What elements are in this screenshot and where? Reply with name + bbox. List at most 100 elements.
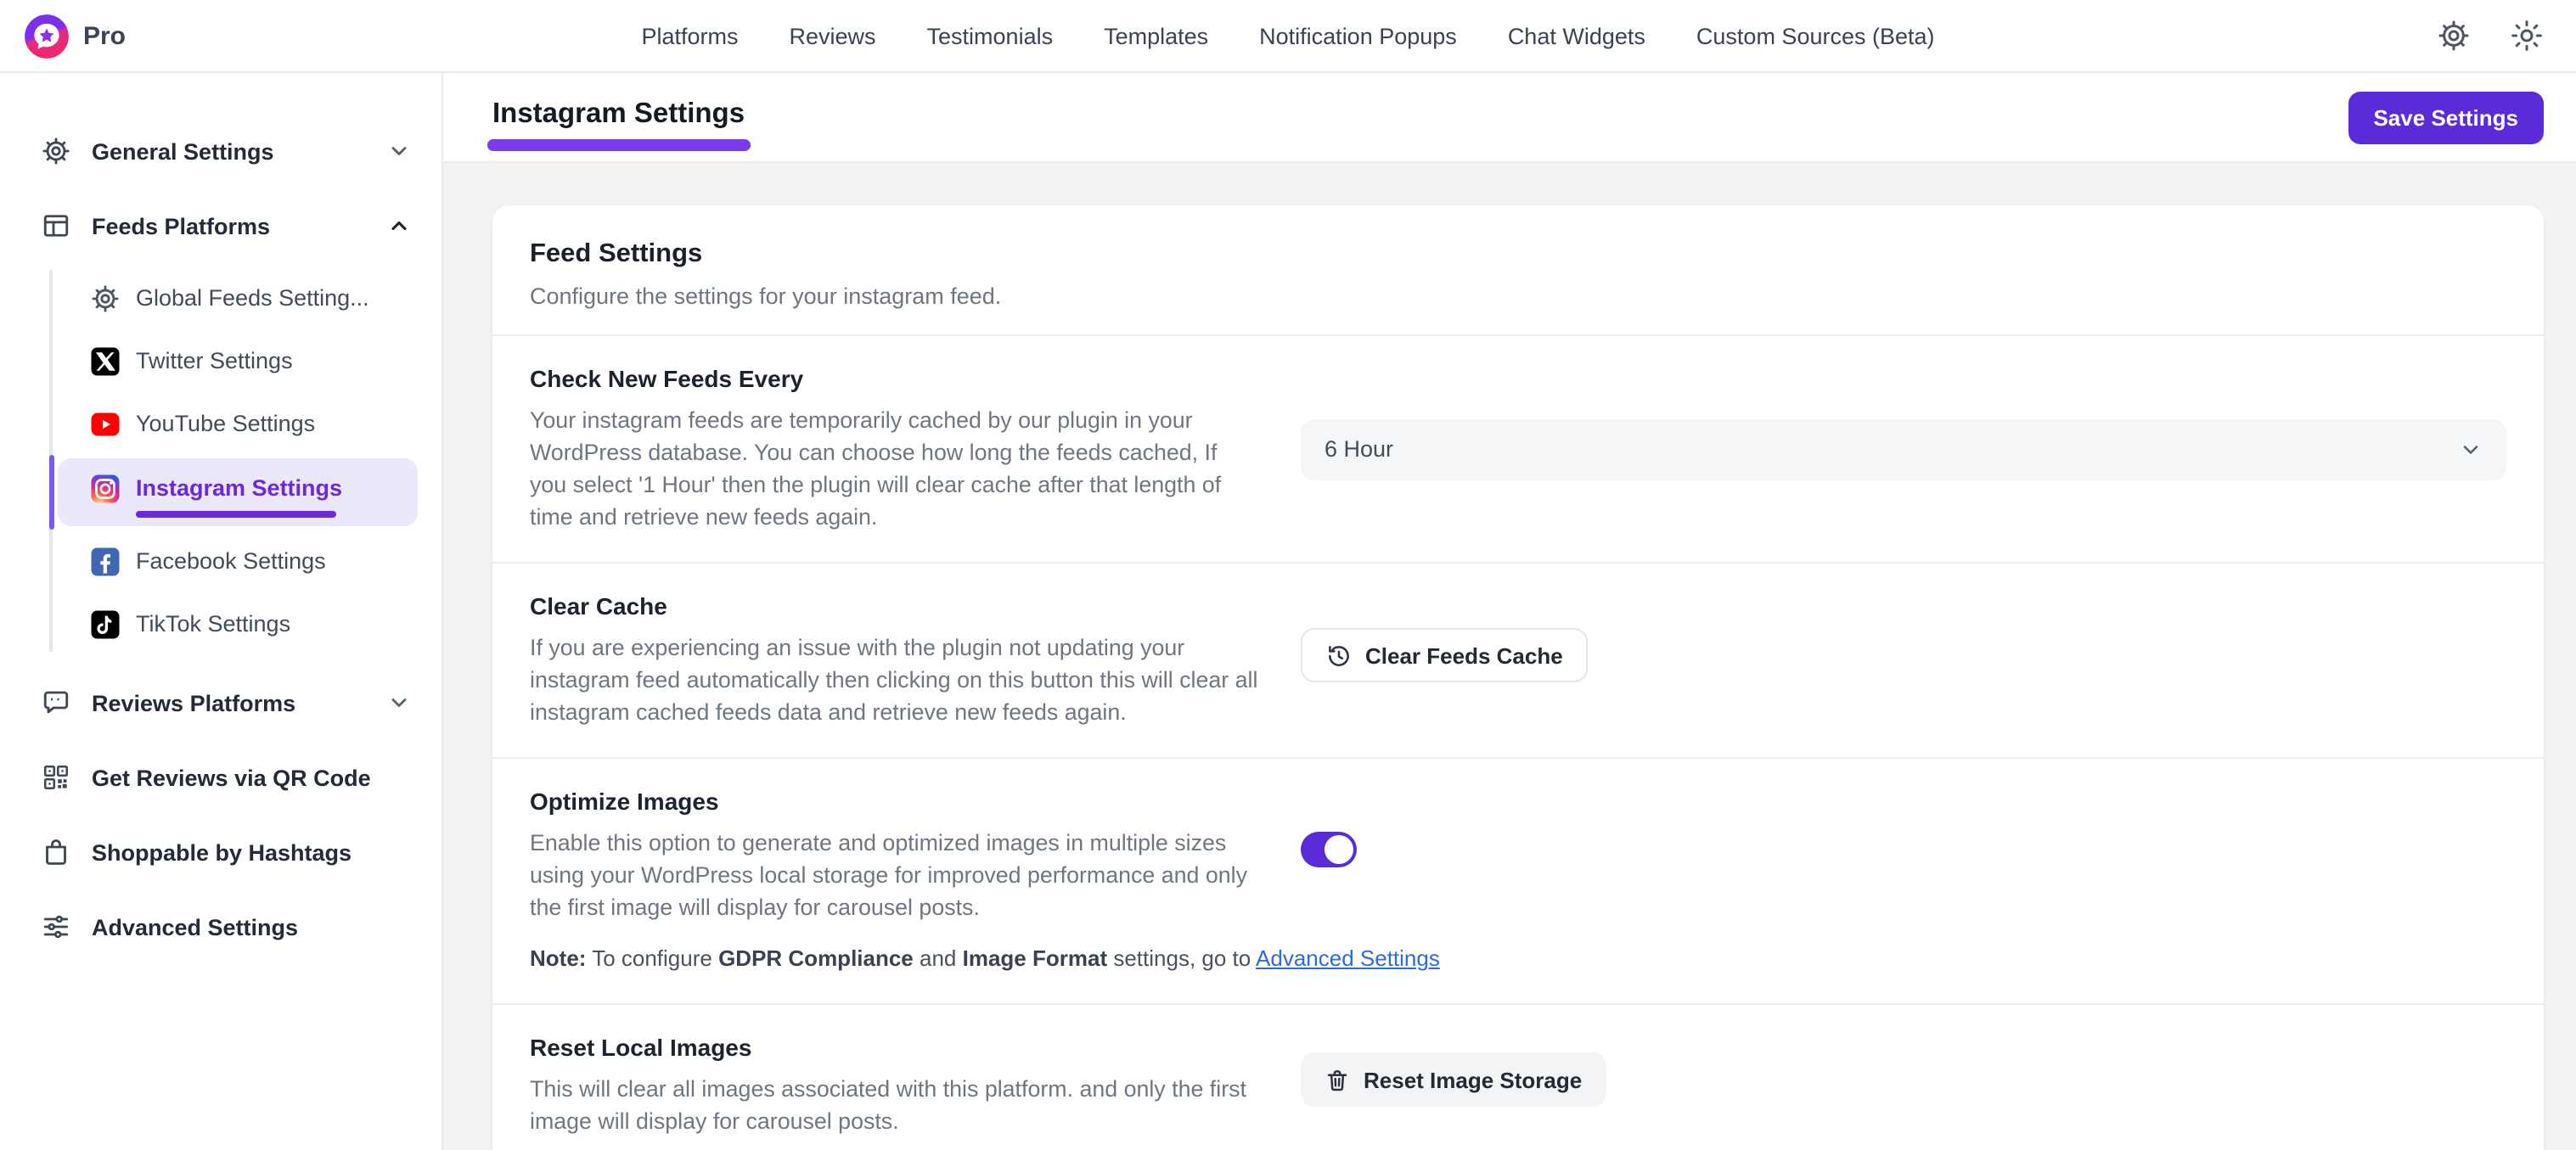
setting-control-block: Clear Feeds Cache bbox=[1301, 592, 2506, 682]
setting-row-flex: Optimize Images Enable this option to ge… bbox=[530, 788, 2506, 923]
active-item-underline bbox=[136, 510, 336, 518]
sliders-icon bbox=[41, 912, 71, 942]
note-text: settings, go to bbox=[1107, 946, 1256, 972]
twitter-x-icon bbox=[90, 345, 121, 376]
setting-control-block bbox=[1301, 788, 2506, 867]
reset-image-storage-button[interactable]: Reset Image Storage bbox=[1301, 1053, 1606, 1108]
sidebar-item-label: Global Feeds Setting... bbox=[136, 285, 369, 311]
card-header: Feed Settings Configure the settings for… bbox=[492, 205, 2544, 334]
app-shell: General Settings Feeds Platforms bbox=[0, 73, 2576, 1150]
main-content: Instagram Settings Save Settings Feed Se… bbox=[443, 73, 2576, 1150]
sidebar-item-tiktok-settings[interactable]: TikTok Settings bbox=[0, 592, 442, 655]
card-subtitle: Configure the settings for your instagra… bbox=[530, 283, 2506, 309]
nav-chat-widgets[interactable]: Chat Widgets bbox=[1508, 23, 1645, 48]
setting-title: Check New Feeds Every bbox=[530, 365, 1260, 392]
note-text: and bbox=[914, 946, 963, 972]
note-bold-gdpr: GDPR Compliance bbox=[718, 946, 914, 972]
sidebar-item-reviews-platforms[interactable]: Reviews Platforms bbox=[0, 665, 442, 740]
tiktok-icon bbox=[90, 609, 121, 639]
sidebar-item-label: Reviews Platforms bbox=[92, 690, 295, 715]
note-bold-image-format: Image Format bbox=[963, 946, 1108, 972]
sidebar-item-label: TikTok Settings bbox=[136, 611, 290, 637]
layout-columns-icon bbox=[41, 210, 71, 241]
reset-image-storage-label: Reset Image Storage bbox=[1364, 1068, 1582, 1093]
page-body: Feed Settings Configure the settings for… bbox=[443, 163, 2576, 1150]
sidebar-item-label: Feeds Platforms bbox=[92, 213, 270, 238]
card-title: Feed Settings bbox=[530, 239, 2506, 270]
sidebar-item-get-reviews-qr[interactable]: Get Reviews via QR Code bbox=[0, 740, 442, 815]
shopping-bag-icon bbox=[41, 837, 71, 867]
clock-history-icon bbox=[1326, 642, 1352, 668]
setting-control-block: Reset Image Storage bbox=[1301, 1035, 2506, 1108]
title-underline bbox=[487, 140, 751, 151]
facebook-icon bbox=[90, 546, 121, 576]
sidebar-item-youtube-settings[interactable]: YouTube Settings bbox=[0, 392, 442, 455]
trash-icon bbox=[1325, 1068, 1350, 1093]
instagram-icon bbox=[90, 473, 121, 503]
chevron-down-icon bbox=[2459, 437, 2483, 461]
toggle-knob bbox=[1325, 835, 1353, 864]
clear-feeds-cache-button[interactable]: Clear Feeds Cache bbox=[1301, 628, 1589, 682]
nav-platforms[interactable]: Platforms bbox=[641, 23, 738, 48]
topbar-actions bbox=[2437, 19, 2544, 53]
sidebar-item-label: Instagram Settings bbox=[136, 475, 342, 501]
sidebar-item-label: Twitter Settings bbox=[136, 348, 293, 373]
nav-templates[interactable]: Templates bbox=[1104, 23, 1208, 48]
youtube-icon bbox=[90, 408, 121, 439]
advanced-settings-link[interactable]: Advanced Settings bbox=[1256, 946, 1440, 972]
sidebar-item-label: Facebook Settings bbox=[136, 548, 326, 574]
sidebar-item-shoppable-hashtags[interactable]: Shoppable by Hashtags bbox=[0, 815, 442, 889]
setting-label-block: Check New Feeds Every Your instagram fee… bbox=[530, 365, 1260, 533]
sidebar-item-global-feeds-settings[interactable]: Global Feeds Setting... bbox=[0, 266, 442, 329]
sidebar-item-label: Shoppable by Hashtags bbox=[92, 839, 352, 865]
note-label: Note: bbox=[530, 946, 586, 972]
setting-label-block: Reset Local Images This will clear all i… bbox=[530, 1035, 1260, 1138]
cache-duration-selected-value: 6 Hour bbox=[1325, 436, 1393, 462]
setting-description: This will clear all images associated wi… bbox=[530, 1074, 1260, 1138]
setting-label-block: Optimize Images Enable this option to ge… bbox=[530, 788, 1260, 923]
optimize-images-toggle[interactable] bbox=[1301, 832, 1357, 867]
feed-settings-card: Feed Settings Configure the settings for… bbox=[492, 205, 2544, 1150]
nav-custom-sources[interactable]: Custom Sources (Beta) bbox=[1696, 23, 1935, 48]
sidebar-item-label: Advanced Settings bbox=[92, 914, 298, 940]
sidebar-item-twitter-settings[interactable]: Twitter Settings bbox=[0, 329, 442, 392]
nav-notification-popups[interactable]: Notification Popups bbox=[1259, 23, 1457, 48]
nav-testimonials[interactable]: Testimonials bbox=[927, 23, 1054, 48]
setting-row-optimize-images: Optimize Images Enable this option to ge… bbox=[492, 757, 2544, 1003]
setting-title: Reset Local Images bbox=[530, 1035, 1260, 1062]
page-title: Instagram Settings bbox=[492, 99, 751, 132]
save-settings-button[interactable]: Save Settings bbox=[2348, 91, 2544, 143]
clear-feeds-cache-label: Clear Feeds Cache bbox=[1365, 642, 1563, 668]
chevron-down-icon bbox=[387, 691, 411, 715]
gear-icon bbox=[90, 283, 121, 313]
top-navigation-bar: Pro Platforms Reviews Testimonials Templ… bbox=[0, 0, 2576, 73]
setting-label-block: Clear Cache If you are experiencing an i… bbox=[530, 592, 1260, 728]
page-header: Instagram Settings Save Settings bbox=[443, 73, 2576, 163]
chevron-down-icon bbox=[387, 139, 411, 163]
note-text: To configure bbox=[586, 946, 718, 972]
setting-row-check-new-feeds: Check New Feeds Every Your instagram fee… bbox=[492, 334, 2544, 562]
settings-gear-icon[interactable] bbox=[2437, 19, 2471, 53]
app-logo-label: Pro bbox=[83, 21, 126, 50]
sidebar-item-facebook-settings[interactable]: Facebook Settings bbox=[0, 530, 442, 592]
sidebar-item-general-settings[interactable]: General Settings bbox=[0, 114, 442, 188]
chat-quote-icon bbox=[41, 687, 71, 718]
sidebar-item-advanced-settings[interactable]: Advanced Settings bbox=[0, 889, 442, 964]
sidebar-item-label: Get Reviews via QR Code bbox=[92, 765, 371, 790]
cache-duration-select[interactable]: 6 Hour bbox=[1301, 418, 2506, 480]
chevron-up-icon bbox=[387, 214, 411, 238]
app-logo-icon bbox=[24, 13, 70, 59]
setting-description: Your instagram feeds are temporarily cac… bbox=[530, 404, 1260, 533]
nav-reviews[interactable]: Reviews bbox=[790, 23, 876, 48]
setting-description: If you are experiencing an issue with th… bbox=[530, 631, 1260, 728]
page-title-block: Instagram Settings bbox=[492, 84, 751, 151]
gear-icon bbox=[41, 136, 71, 166]
light-mode-sun-icon[interactable] bbox=[2510, 19, 2544, 53]
settings-sidebar: General Settings Feeds Platforms bbox=[0, 73, 443, 1150]
feeds-platforms-submenu: Global Feeds Setting... Twitter Settings bbox=[0, 263, 442, 665]
setting-description: Enable this option to generate and optim… bbox=[530, 827, 1260, 923]
sidebar-item-feeds-platforms[interactable]: Feeds Platforms bbox=[0, 188, 442, 263]
app-root: Pro Platforms Reviews Testimonials Templ… bbox=[0, 0, 2576, 1150]
sidebar-item-label: General Settings bbox=[92, 138, 274, 164]
sidebar-item-instagram-settings[interactable]: Instagram Settings bbox=[58, 458, 418, 526]
